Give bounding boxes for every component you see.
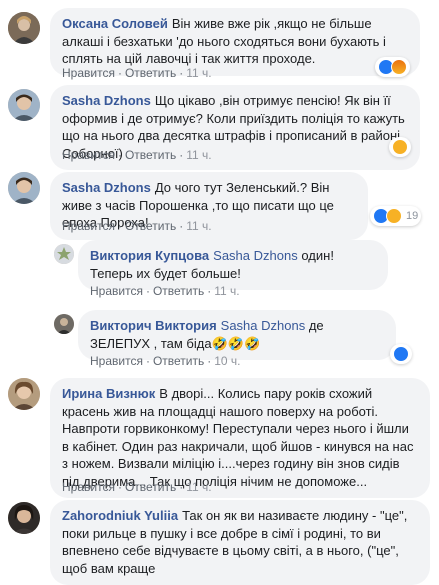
angry-reaction-icon: [391, 59, 407, 75]
comment: Оксана Соловей Він живе вже рік ,якщо не …: [0, 0, 439, 85]
comment-author[interactable]: Ирина Визнюк: [62, 386, 155, 401]
comment-bubble: Zahorodniuk Yuliia Так он як ви називаєте…: [50, 500, 430, 585]
avatar[interactable]: [8, 12, 40, 44]
avatar[interactable]: [8, 378, 40, 410]
like-link[interactable]: Нравится: [62, 480, 115, 494]
reaction-count: 19: [406, 210, 419, 222]
reply-link[interactable]: Ответить: [153, 284, 204, 298]
comment-actions: Нравится · Ответить · 11 ч.: [90, 284, 240, 298]
comment-time[interactable]: 11 ч.: [214, 284, 239, 298]
like-link[interactable]: Нравится: [90, 284, 143, 298]
reaction-summary[interactable]: [375, 57, 410, 77]
reply-link[interactable]: Ответить: [125, 66, 176, 80]
wow-reaction-icon: [392, 139, 408, 155]
reaction-summary[interactable]: [390, 344, 412, 364]
comment-actions: Нравится · Ответить · 11 ч.: [62, 219, 212, 233]
comment-time[interactable]: 11 ч.: [186, 66, 211, 80]
comment: Sasha Dzhons До чого тут Зеленський.? Він…: [0, 168, 439, 240]
reaction-summary[interactable]: 19: [370, 206, 422, 226]
like-reaction-icon: [393, 346, 409, 362]
reaction-summary[interactable]: [389, 137, 411, 157]
separator-dot: ·: [145, 354, 150, 368]
like-link[interactable]: Нравится: [62, 219, 115, 233]
avatar[interactable]: [54, 244, 74, 264]
reply-comment: Викторич Виктория Sasha Dzhons де ЗЕЛЕПУХ…: [0, 306, 439, 372]
comment-bubble: Викторич Виктория Sasha Dzhons де ЗЕЛЕПУХ…: [78, 310, 396, 360]
reply-comment: Виктория Купцова Sasha Dzhons один! Тепер…: [0, 236, 439, 304]
avatar[interactable]: [8, 89, 40, 121]
haha-reaction-icon: [386, 208, 402, 224]
like-link[interactable]: Нравится: [62, 66, 115, 80]
mention-link[interactable]: Sasha Dzhons: [221, 318, 306, 333]
separator-dot: ·: [179, 480, 184, 494]
comment-time[interactable]: 10 ч.: [214, 354, 240, 368]
comment-author[interactable]: Sasha Dzhons: [62, 93, 151, 108]
comment-author[interactable]: Zahorodniuk Yuliia: [62, 508, 178, 523]
separator-dot: ·: [117, 66, 122, 80]
separator-dot: ·: [117, 480, 122, 494]
comment-actions: Нравится · Ответить · 11 ч.: [62, 66, 212, 80]
comment-time[interactable]: 11 ч.: [186, 219, 211, 233]
comment-time[interactable]: 11 ч.: [186, 480, 211, 494]
reply-link[interactable]: Ответить: [125, 480, 176, 494]
reply-link[interactable]: Ответить: [125, 219, 176, 233]
comment-actions: Нравится · Ответить · 11 ч.: [62, 148, 212, 162]
separator-dot: ·: [207, 354, 212, 368]
like-link[interactable]: Нравится: [62, 148, 115, 162]
separator-dot: ·: [207, 284, 212, 298]
separator-dot: ·: [179, 66, 184, 80]
comment: Sasha Dzhons Що цікаво ,він отримує пенсі…: [0, 85, 439, 170]
comment-actions: Нравится · Ответить · 11 ч.: [62, 480, 212, 494]
comment: Ирина Визнюк В дворі... Колись пару років…: [0, 374, 439, 498]
separator-dot: ·: [179, 219, 184, 233]
mention-link[interactable]: Sasha Dzhons: [213, 248, 298, 263]
comment-author[interactable]: Виктория Купцова: [90, 248, 209, 263]
comment-author[interactable]: Викторич Виктория: [90, 318, 217, 333]
comment-actions: Нравится · Ответить · 10 ч.: [90, 354, 241, 368]
separator-dot: ·: [117, 219, 122, 233]
separator-dot: ·: [179, 148, 184, 162]
comment-time[interactable]: 11 ч.: [186, 148, 211, 162]
comment-bubble: Виктория Купцова Sasha Dzhons один! Тепер…: [78, 240, 388, 290]
avatar[interactable]: [8, 502, 40, 534]
like-link[interactable]: Нравится: [90, 354, 143, 368]
comment-author[interactable]: Оксана Соловей: [62, 16, 168, 31]
separator-dot: ·: [145, 284, 150, 298]
avatar[interactable]: [54, 314, 74, 334]
separator-dot: ·: [117, 148, 122, 162]
comment-author[interactable]: Sasha Dzhons: [62, 180, 151, 195]
comment-text: В дворі... Колись пару років схожий крас…: [62, 386, 414, 489]
avatar[interactable]: [8, 172, 40, 204]
reply-link[interactable]: Ответить: [125, 148, 176, 162]
reply-link[interactable]: Ответить: [153, 354, 204, 368]
comment: Zahorodniuk Yuliia Так он як ви називаєте…: [0, 498, 439, 585]
